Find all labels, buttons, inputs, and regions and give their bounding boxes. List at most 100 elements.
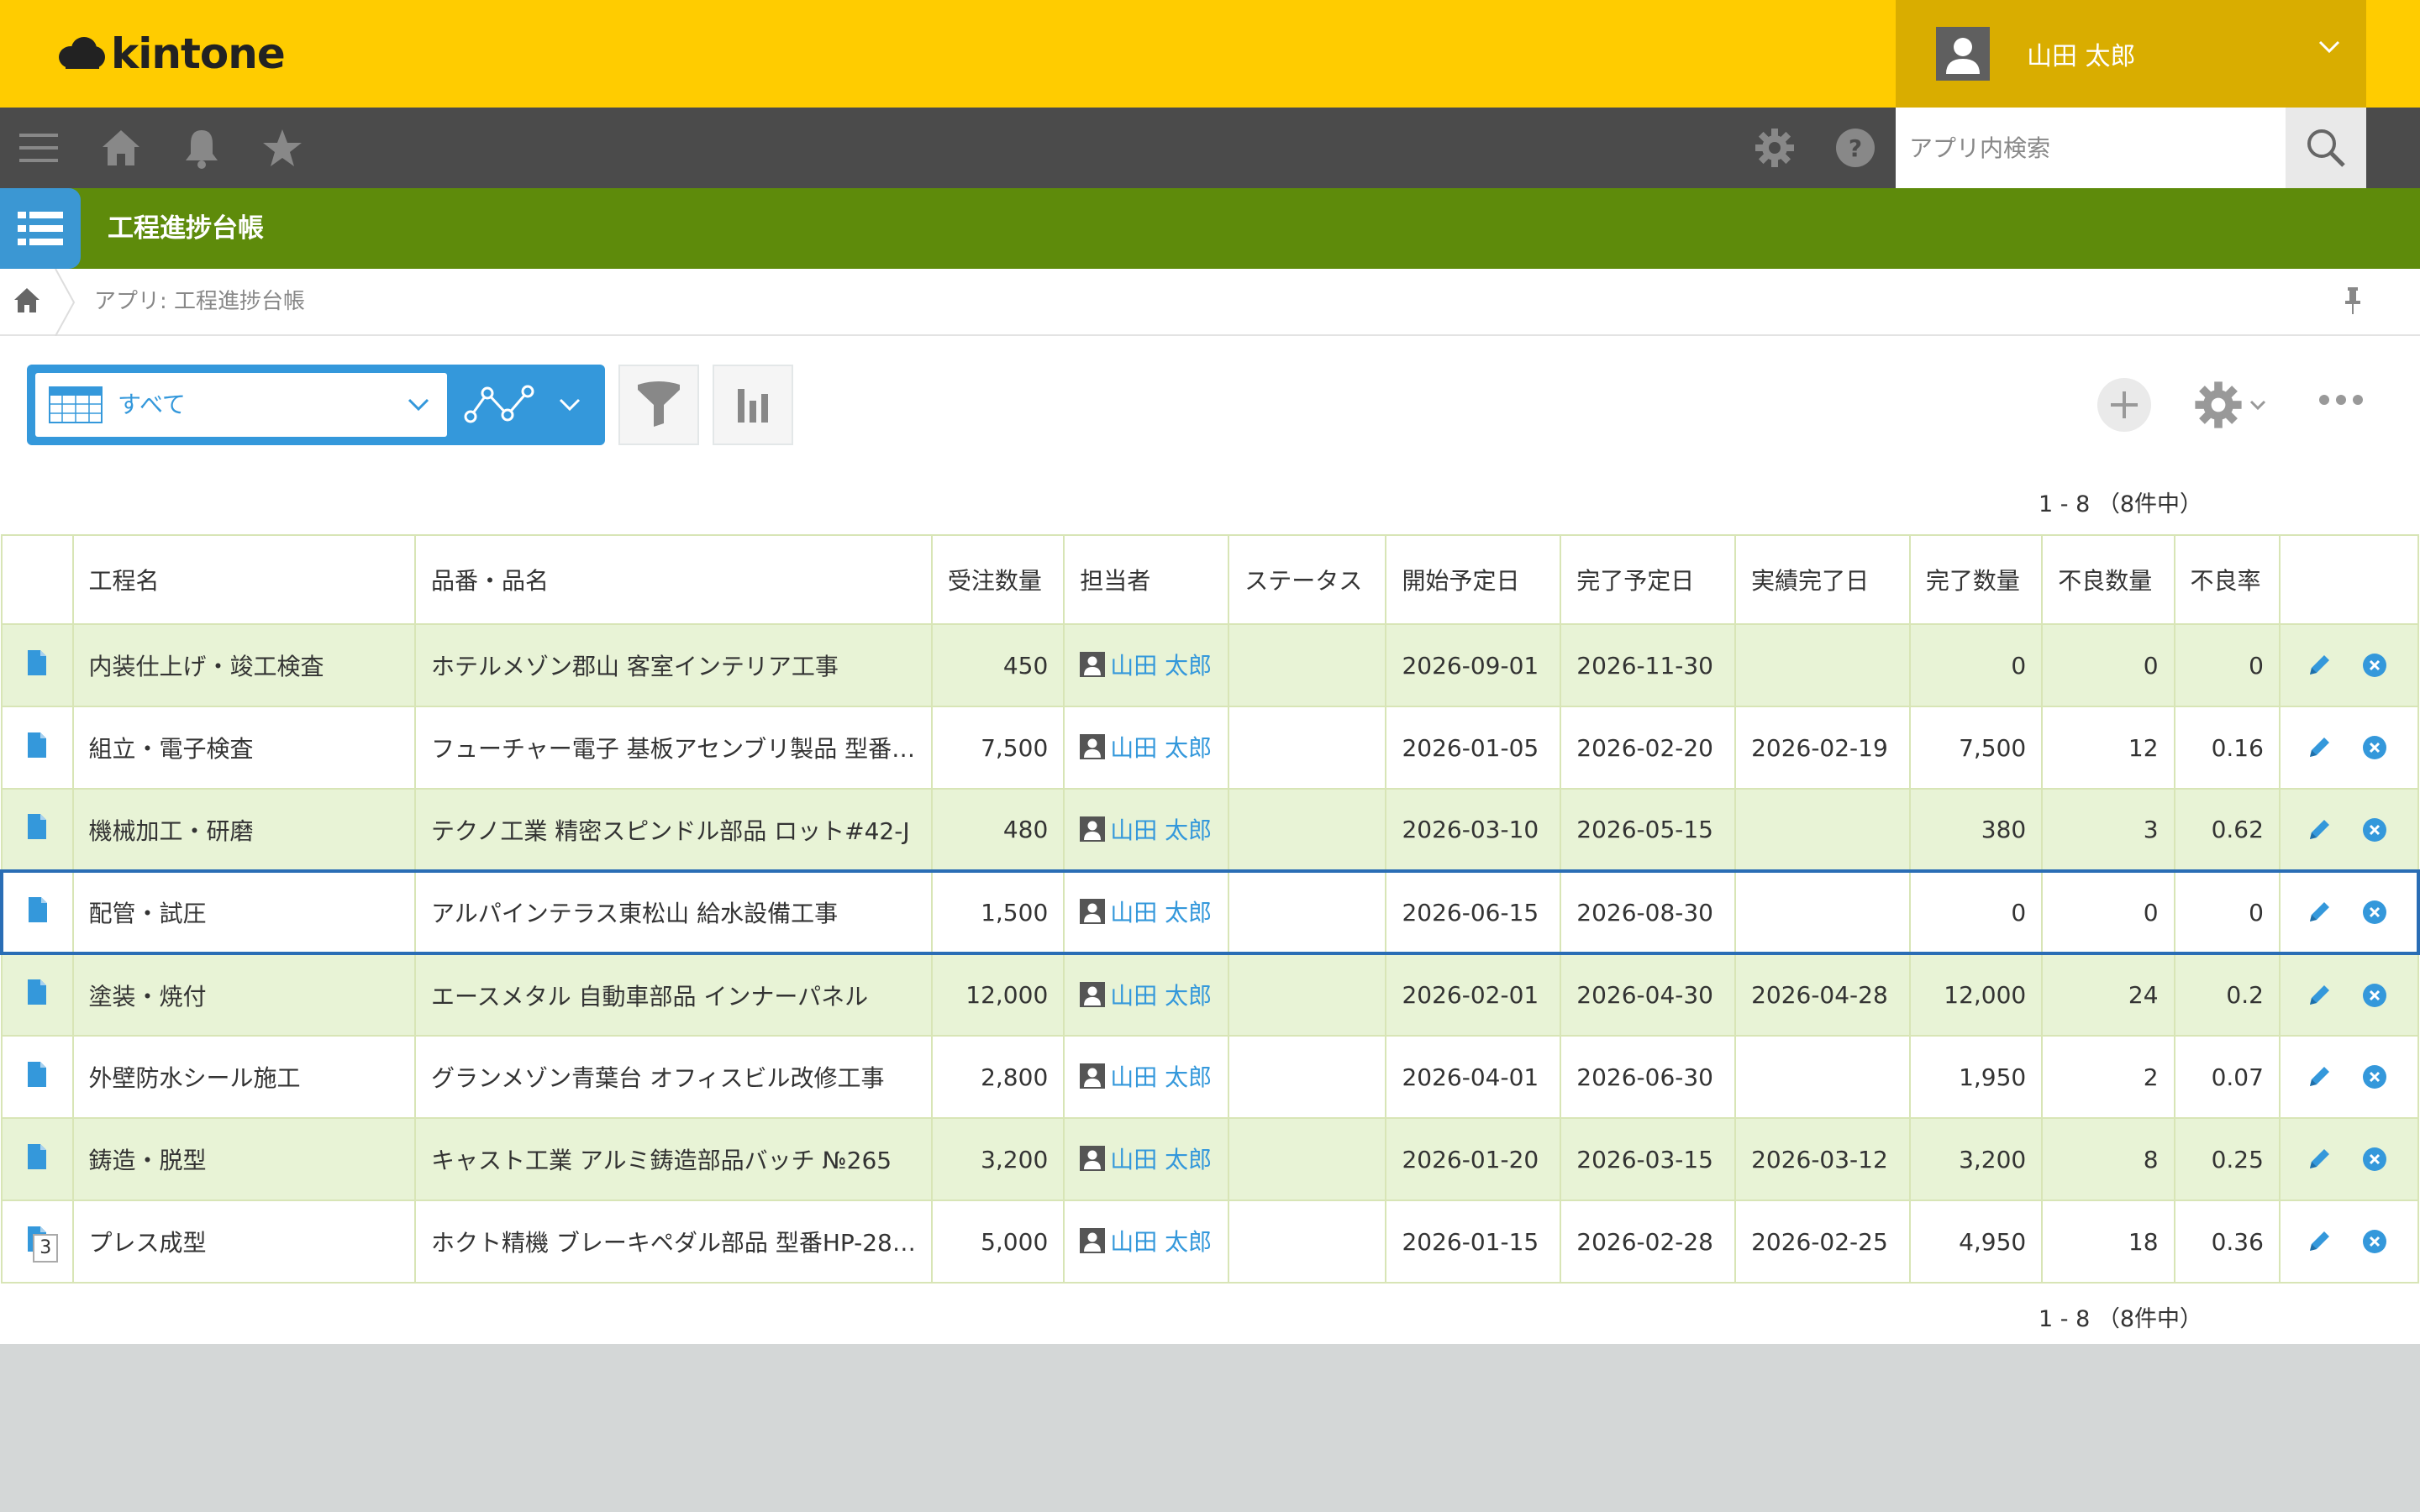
owner-link[interactable]: 山田 太郎 <box>1080 978 1212 1011</box>
table-row[interactable]: 内装仕上げ・竣工検査 ホテルメゾン郡山 客室インテリア工事 450 山田 太郎 2026… <box>1 623 2420 707</box>
breadcrumb-app-link[interactable]: アプリ: 工程進捗台帳 <box>94 269 305 336</box>
cell-actual: 2026-02-25 <box>1734 1200 1911 1284</box>
cell-item: エースメタル 自動車部品 インナーパネル <box>414 953 933 1037</box>
column-header[interactable]: 受注数量 <box>930 534 1065 625</box>
table-header-row: 工程名 品番・品名 受注数量 担当者 ステータス 開始予定日 完了予定日 実績完… <box>1 534 2420 625</box>
row-actions <box>2278 706 2420 790</box>
table-row[interactable]: 機械加工・研磨 テクノ工業 精密スピンドル部品 ロット#42-J 480 山田 太郎 2… <box>1 788 2420 872</box>
owner-link[interactable]: 山田 太郎 <box>1080 1059 1212 1093</box>
search-input[interactable] <box>1896 108 2282 188</box>
edit-pencil-icon[interactable] <box>2306 899 2333 926</box>
cell-start: 2026-01-20 <box>1385 1117 1562 1201</box>
column-header[interactable]: 実績完了日 <box>1734 534 1911 625</box>
column-header[interactable]: ステータス <box>1228 534 1387 625</box>
edit-pencil-icon[interactable] <box>2306 1063 2333 1090</box>
table-row[interactable]: 鋳造・脱型 キャスト工業 アルミ鋳造部品バッチ №265 3,200 山田 太郎 202… <box>1 1117 2420 1201</box>
owner-link[interactable]: 山田 太郎 <box>1080 648 1212 681</box>
column-header[interactable]: 品番・品名 <box>414 534 933 625</box>
edit-pencil-icon[interactable] <box>2306 734 2333 761</box>
owner-link[interactable]: 山田 太郎 <box>1080 730 1212 764</box>
delete-icon[interactable] <box>2362 1147 2386 1171</box>
cell-owner: 山田 太郎 <box>1063 788 1230 872</box>
column-header[interactable]: 不良数量 <box>2041 534 2175 625</box>
cell-defects: 3 <box>2041 788 2175 872</box>
row-actions <box>2278 953 2420 1037</box>
edit-pencil-icon[interactable] <box>2306 982 2333 1009</box>
cell-due: 2026-02-20 <box>1560 706 1737 790</box>
add-record-button[interactable] <box>2097 378 2151 432</box>
owner-link[interactable]: 山田 太郎 <box>1080 812 1212 846</box>
menu-icon[interactable] <box>12 108 66 188</box>
owner-name: 山田 太郎 <box>1110 816 1213 844</box>
cell-item: キャスト工業 アルミ鋳造部品バッチ №265 <box>414 1117 933 1201</box>
column-header[interactable]: 開始予定日 <box>1385 534 1562 625</box>
pagination-count: 1 - 8 （8件中） <box>2039 1306 2203 1332</box>
record-detail-cell[interactable] <box>1 1035 74 1119</box>
record-detail-cell[interactable] <box>1 953 74 1037</box>
search-button[interactable] <box>2286 108 2366 188</box>
user-menu[interactable]: 山田 太郎 <box>1896 0 2366 108</box>
app-title[interactable]: 工程進捗台帳 <box>108 188 264 269</box>
cell-done: 380 <box>1908 788 2044 872</box>
chart-button[interactable] <box>713 365 793 445</box>
comment-count-badge: 3 <box>33 1233 59 1263</box>
help-icon[interactable]: ? <box>1828 108 1882 188</box>
row-actions <box>2278 869 2420 955</box>
table-row[interactable]: 外壁防水シール施工 グランメゾン青葉台 オフィスビル改修工事 2,800 山田 太郎 2… <box>1 1035 2420 1119</box>
more-options-button[interactable] <box>2319 395 2363 405</box>
record-detail-cell[interactable] <box>0 869 74 955</box>
column-header[interactable]: 完了予定日 <box>1560 534 1737 625</box>
cell-start: 2026-01-05 <box>1385 706 1562 790</box>
owner-link[interactable]: 山田 太郎 <box>1080 895 1212 928</box>
delete-icon[interactable] <box>2362 1230 2386 1253</box>
edit-pencil-icon[interactable] <box>2306 652 2333 679</box>
record-detail-cell[interactable] <box>1 706 74 790</box>
cell-due: 2026-02-28 <box>1560 1200 1737 1284</box>
kintone-logo[interactable]: kintone <box>57 22 286 86</box>
cell-owner: 山田 太郎 <box>1063 706 1230 790</box>
record-detail-cell[interactable]: 3 <box>1 1200 74 1284</box>
column-header[interactable]: 工程名 <box>71 534 417 625</box>
delete-icon[interactable] <box>2362 900 2386 924</box>
owner-name: 山田 太郎 <box>1110 981 1213 1010</box>
delete-icon[interactable] <box>2362 1065 2386 1089</box>
bell-icon[interactable] <box>175 108 229 188</box>
table-row[interactable]: 配管・試圧 アルパインテラス東松山 給水設備工事 1,500 山田 太郎 2026-06… <box>0 869 2420 955</box>
cell-actual <box>1734 1035 1911 1119</box>
table-row[interactable]: 塗装・焼付 エースメタル 自動車部品 インナーパネル 12,000 山田 太郎 2026… <box>1 953 2420 1037</box>
owner-name: 山田 太郎 <box>1110 899 1213 927</box>
record-detail-cell[interactable] <box>1 788 74 872</box>
cell-status <box>1228 1200 1387 1284</box>
owner-link[interactable]: 山田 太郎 <box>1080 1142 1212 1175</box>
breadcrumb-home-icon[interactable] <box>12 286 42 319</box>
chevron-down-icon[interactable] <box>558 396 581 413</box>
pin-icon[interactable] <box>2343 286 2363 319</box>
cell-owner: 山田 太郎 <box>1063 1035 1230 1119</box>
owner-link[interactable]: 山田 太郎 <box>1080 1224 1212 1257</box>
record-detail-cell[interactable] <box>1 1117 74 1201</box>
record-detail-cell[interactable] <box>1 623 74 707</box>
edit-pencil-icon[interactable] <box>2306 1146 2333 1173</box>
home-icon[interactable] <box>94 108 148 188</box>
cell-status <box>1228 1117 1387 1201</box>
user-name: 山田 太郎 <box>2027 42 2136 71</box>
filter-button[interactable] <box>618 365 699 445</box>
cell-defects: 0 <box>2041 869 2175 955</box>
delete-icon[interactable] <box>2362 654 2386 677</box>
gear-icon[interactable] <box>1748 108 1802 188</box>
table-row[interactable]: 3 プレス成型 ホクト精機 ブレーキペダル部品 型番HP-28… 5,000 山田 太郎… <box>1 1200 2420 1284</box>
delete-icon[interactable] <box>2362 736 2386 759</box>
delete-icon[interactable] <box>2362 817 2386 842</box>
app-settings-button[interactable] <box>2193 380 2267 430</box>
graph-view-icon[interactable] <box>464 383 534 427</box>
column-header[interactable]: 完了数量 <box>1908 534 2044 625</box>
edit-pencil-icon[interactable] <box>2306 1228 2333 1255</box>
app-list-icon[interactable] <box>0 188 81 269</box>
column-header[interactable]: 担当者 <box>1063 534 1230 625</box>
delete-icon[interactable] <box>2362 983 2386 1007</box>
star-icon[interactable] <box>255 108 309 188</box>
edit-pencil-icon[interactable] <box>2306 816 2333 843</box>
owner-name: 山田 太郎 <box>1110 1228 1213 1256</box>
column-header[interactable]: 不良率 <box>2173 534 2281 625</box>
table-row[interactable]: 組立・電子検査 フューチャー電子 基板アセンブリ製品 型番… 7,500 山田 太郎 2… <box>1 706 2420 790</box>
